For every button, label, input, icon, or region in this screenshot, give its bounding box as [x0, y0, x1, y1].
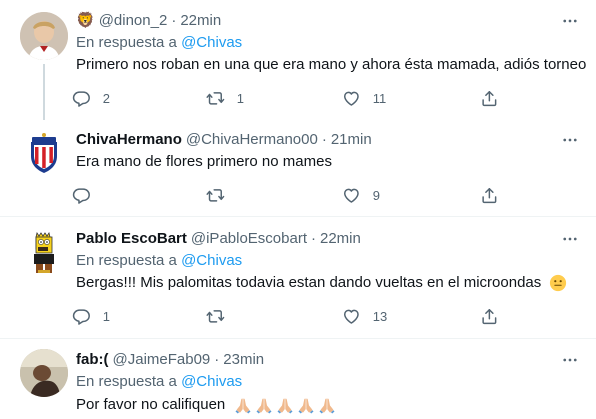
user-handle[interactable]: @dinon_2 [99, 11, 168, 31]
user-avatar-image [20, 12, 68, 60]
user-handle[interactable]: @JaimeFab09 [113, 350, 211, 370]
folded-hands-icon [317, 395, 337, 415]
tweet-2[interactable]: ChivaHermano @ChivaHermano00 · 21min Era… [0, 120, 596, 216]
like-button[interactable]: 13 [342, 306, 387, 326]
avatar[interactable] [20, 12, 68, 60]
like-button[interactable]: 9 [342, 185, 380, 205]
timestamp[interactable]: 22min [180, 11, 221, 31]
like-count: 9 [372, 187, 380, 203]
tweet-header: fab:( @JaimeFab09 · 23min [76, 350, 264, 370]
timestamp[interactable]: 23min [223, 350, 264, 370]
reply-context: En respuesta a @Chivas [76, 251, 242, 271]
timestamp[interactable]: 22min [320, 229, 361, 249]
tweet-text: Primero nos roban en una que era mano y … [76, 56, 587, 73]
action-bar: 2 1 11 [72, 88, 502, 108]
reply-button[interactable]: 2 [72, 88, 110, 108]
retweet-button[interactable] [206, 185, 237, 205]
folded-hands-icon [275, 395, 295, 415]
tweet-1[interactable]: 🦁 @dinon_2 · 22min En respuesta a @Chiva… [0, 0, 596, 120]
user-avatar-image [20, 349, 68, 397]
user-handle[interactable]: @ChivaHermano00 [186, 130, 318, 150]
reply-mention-link[interactable]: @Chivas [181, 34, 242, 51]
action-bar: 1 13 [72, 306, 502, 326]
share-icon [480, 89, 499, 108]
folded-hands-icon [254, 395, 274, 415]
reply-mention-link[interactable]: @Chivas [181, 252, 242, 269]
tweet-header: 🦁 @dinon_2 · 22min [76, 11, 221, 31]
tweet-text-row: Por favor no califiquen [76, 395, 337, 415]
more-dots-icon [561, 12, 579, 30]
slightly-smiling-face-icon [550, 274, 567, 292]
more-options-button[interactable] [560, 229, 580, 249]
tweet-header: Pablo EscoBart @iPabloEscobart · 22min [76, 229, 361, 249]
reply-prefix: En respuesta a [76, 252, 177, 269]
separator-dot: · [171, 12, 177, 29]
avatar[interactable] [20, 130, 68, 178]
reply-prefix: En respuesta a [76, 373, 177, 390]
avatar[interactable] [20, 349, 68, 397]
timestamp[interactable]: 21min [331, 130, 372, 150]
separator-dot: · [311, 230, 316, 247]
tweet-text: Bergas!!! Mis palomitas todavia estan da… [76, 274, 542, 291]
heart-icon [342, 307, 361, 326]
reply-context: En respuesta a @Chivas [76, 372, 242, 392]
share-icon [480, 307, 499, 326]
tweet-header: ChivaHermano @ChivaHermano00 · 21min [76, 130, 372, 150]
display-name[interactable]: Pablo EscoBart [76, 229, 187, 249]
chivas-crest-avatar [20, 130, 68, 178]
more-options-button[interactable] [560, 350, 580, 370]
avatar[interactable] [20, 227, 68, 275]
reply-button[interactable]: 1 [72, 306, 110, 326]
share-icon [480, 186, 499, 205]
reply-button[interactable] [72, 185, 103, 205]
folded-hands-icon [233, 395, 253, 415]
tweet-text: Era mano de flores primero no mames [76, 153, 332, 170]
share-button[interactable] [480, 306, 499, 326]
name-badge-lion-icon[interactable]: 🦁 [76, 11, 95, 31]
reply-mention-link[interactable]: @Chivas [181, 373, 242, 390]
reply-bubble-icon [72, 89, 91, 108]
tweet-text: Por favor no califiquen [76, 396, 226, 413]
reply-prefix: En respuesta a [76, 34, 177, 51]
reply-count: 2 [102, 90, 110, 106]
retweet-count: 1 [236, 90, 244, 106]
more-options-button[interactable] [560, 11, 580, 31]
like-button[interactable]: 11 [342, 88, 386, 108]
user-handle[interactable]: @iPabloEscobart [191, 229, 307, 249]
retweet-icon [206, 307, 225, 326]
reply-bubble-icon [72, 307, 91, 326]
tweet-4[interactable]: fab:( @JaimeFab09 · 23min En respuesta a… [0, 339, 596, 419]
like-count: 13 [372, 308, 388, 324]
folded-hands-icon [296, 395, 316, 415]
reply-count: 1 [102, 308, 110, 324]
reply-context: En respuesta a @Chivas [76, 33, 242, 53]
tweet-3[interactable]: Pablo EscoBart @iPabloEscobart · 22min E… [0, 217, 596, 337]
bart-cartoon-avatar [20, 227, 68, 275]
more-dots-icon [561, 351, 579, 369]
display-name[interactable]: ChivaHermano [76, 130, 182, 150]
like-count: 11 [372, 90, 387, 106]
share-button[interactable] [480, 185, 499, 205]
thread-connector-line [43, 64, 45, 120]
action-bar: 9 [72, 185, 502, 205]
share-button[interactable] [480, 88, 499, 108]
retweet-button[interactable] [206, 306, 237, 326]
display-name[interactable]: fab:( [76, 350, 109, 370]
retweet-icon [206, 89, 225, 108]
more-dots-icon [561, 131, 579, 149]
tweet-text-row: Bergas!!! Mis palomitas todavia estan da… [76, 273, 567, 293]
heart-icon [342, 89, 361, 108]
retweet-icon [206, 186, 225, 205]
more-options-button[interactable] [560, 130, 580, 150]
separator-dot: · [214, 351, 220, 368]
reply-bubble-icon [72, 186, 91, 205]
retweet-button[interactable]: 1 [206, 88, 244, 108]
heart-icon [342, 186, 361, 205]
separator-dot: · [321, 131, 327, 148]
more-dots-icon [561, 230, 579, 248]
